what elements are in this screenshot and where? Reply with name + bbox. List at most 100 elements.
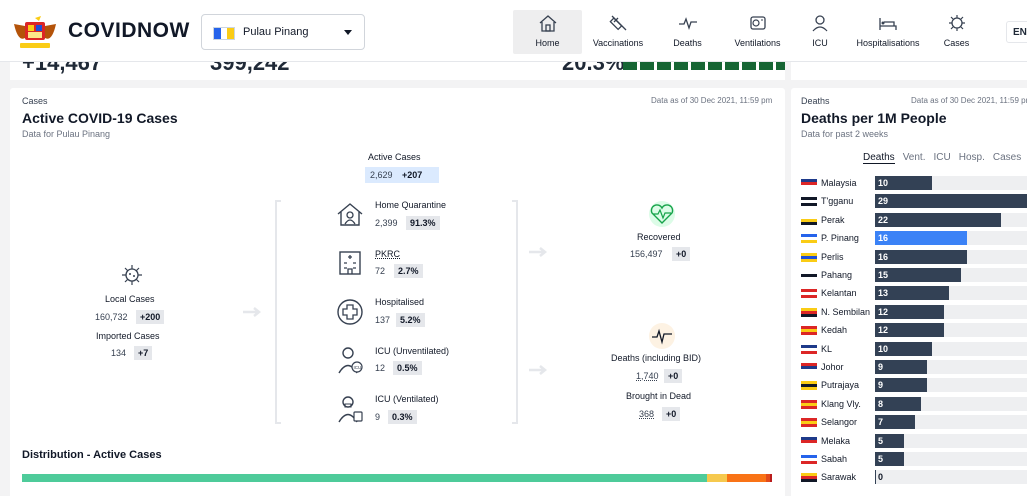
recovered-label: Recovered bbox=[637, 232, 681, 242]
nav-hospitalisations-label: Hospitalisations bbox=[856, 38, 920, 48]
home-quarantine-icon bbox=[337, 203, 363, 226]
state-flag-icon bbox=[801, 234, 817, 244]
ranking-row[interactable]: Kedah 12 bbox=[801, 323, 1027, 338]
state-flag-icon bbox=[801, 215, 817, 225]
hospitalised-label: Hospitalised bbox=[375, 297, 425, 307]
death-pulse-icon bbox=[649, 323, 675, 349]
state-name: Kedah bbox=[821, 325, 848, 336]
brought-in-dead-value[interactable]: 368 bbox=[639, 409, 654, 419]
ranking-row[interactable]: Perlis 16 bbox=[801, 249, 1027, 264]
ranking-row[interactable]: Sabah 5 bbox=[801, 452, 1027, 466]
brought-in-dead-delta: +0 bbox=[662, 407, 681, 421]
nav-hospitalisations[interactable]: Hospitalisations bbox=[846, 10, 930, 54]
nav-home[interactable]: Home bbox=[513, 10, 582, 54]
tab-icu[interactable]: ICU bbox=[934, 152, 951, 164]
ranking-row[interactable]: Perak 22 bbox=[801, 212, 1027, 227]
home-quarantine-label: Home Quarantine bbox=[375, 200, 447, 210]
state-name: Pahang bbox=[821, 270, 853, 280]
distribution-segment[interactable] bbox=[769, 474, 772, 482]
distribution-segment[interactable] bbox=[727, 474, 766, 482]
state-flag-icon bbox=[801, 326, 817, 336]
ranking-row[interactable]: Melaka 5 bbox=[801, 433, 1027, 448]
state-flag-icon bbox=[801, 455, 817, 464]
home-icon bbox=[539, 15, 556, 32]
tab-hosp[interactable]: Hosp. bbox=[959, 152, 985, 164]
state-flag-icon bbox=[801, 381, 817, 391]
distribution-bar bbox=[22, 474, 772, 482]
active-cases-panel: Cases Active COVID-19 Cases Data for Pul… bbox=[10, 88, 785, 496]
icu-unventilated-value: 12 bbox=[375, 363, 386, 373]
ranking-value: 10 bbox=[878, 343, 889, 354]
deaths-value[interactable]: 1,740 bbox=[636, 371, 659, 381]
main-nav: Home Vaccinations Deaths Ventilations IC… bbox=[513, 10, 983, 54]
state-flag-icon bbox=[801, 271, 817, 280]
panel-subtitle: Data for Pulau Pinang bbox=[22, 129, 111, 139]
pkrc-label[interactable]: PKRC bbox=[375, 249, 400, 259]
nav-vaccinations[interactable]: Vaccinations bbox=[582, 10, 654, 54]
distribution-segment[interactable] bbox=[706, 474, 727, 482]
data-as-of: Data as of 30 Dec 2021, 11:59 pm bbox=[651, 96, 773, 105]
panel-subtitle: Data for past 2 weeks bbox=[801, 129, 889, 139]
icu-ventilated-pct: 0.3% bbox=[388, 410, 417, 424]
state-name: KL bbox=[821, 343, 833, 354]
state-flag-icon bbox=[801, 473, 817, 483]
nav-home-label: Home bbox=[535, 38, 560, 48]
ranking-row[interactable]: Pahang 15 bbox=[801, 268, 1027, 282]
state-flag-icon bbox=[801, 197, 817, 207]
recovered-delta: +0 bbox=[672, 247, 691, 261]
language-toggle[interactable]: EN bbox=[1006, 21, 1027, 43]
ranking-row[interactable]: T'gganu 29 bbox=[801, 194, 1027, 209]
ranking-value: 29 bbox=[878, 196, 889, 207]
state-flag-icon bbox=[801, 252, 817, 262]
ventilator-icon bbox=[749, 16, 766, 30]
tab-deaths[interactable]: Deaths bbox=[863, 152, 895, 164]
nav-icu-label: ICU bbox=[812, 38, 828, 48]
brand-wordmark[interactable]: COVIDNOW bbox=[68, 19, 190, 43]
state-name: Perlis bbox=[821, 251, 844, 262]
ranking-row[interactable]: Klang Vly. 8 bbox=[801, 396, 1027, 411]
ranking-row[interactable]: N. Sembilan 12 bbox=[801, 304, 1027, 319]
ranking-value: 0 bbox=[878, 472, 884, 483]
syringe-icon bbox=[609, 15, 627, 31]
ranking-row[interactable]: Malaysia 10 bbox=[801, 176, 1027, 190]
ranking-row[interactable]: Johor 9 bbox=[801, 360, 1027, 374]
ranking-row[interactable]: Kelantan 13 bbox=[801, 286, 1027, 301]
ranking-bar bbox=[875, 249, 967, 264]
pkrc-value: 72 bbox=[375, 266, 386, 276]
ranking-row[interactable]: P. Pinang 16 bbox=[801, 231, 1027, 246]
ranking-row[interactable]: Putrajaya 9 bbox=[801, 378, 1027, 393]
nav-deaths[interactable]: Deaths bbox=[654, 10, 721, 54]
ranking-bar bbox=[875, 470, 876, 485]
nav-cases[interactable]: Cases bbox=[930, 10, 983, 54]
active-cases-value: 2,629 bbox=[370, 170, 393, 180]
hospital-bed-icon bbox=[879, 18, 897, 30]
state-name: Melaka bbox=[821, 435, 851, 446]
ranking-bar bbox=[875, 231, 967, 246]
nav-icu[interactable]: ICU bbox=[794, 10, 846, 54]
panel-eyebrow: Cases bbox=[22, 96, 48, 106]
state-name: P. Pinang bbox=[821, 233, 859, 244]
nav-vaccinations-label: Vaccinations bbox=[592, 38, 644, 48]
nav-ventilations[interactable]: Ventilations bbox=[721, 10, 794, 54]
tab-vent[interactable]: Vent. bbox=[903, 152, 926, 164]
ranking-row[interactable]: Selangor 7 bbox=[801, 415, 1027, 430]
local-cases-label: Local Cases bbox=[105, 294, 155, 304]
state-name: Klang Vly. bbox=[821, 398, 861, 409]
ranking-value: 9 bbox=[878, 380, 884, 391]
panel-title: Deaths per 1M People bbox=[801, 110, 947, 126]
state-selector[interactable]: Pulau Pinang bbox=[201, 14, 365, 50]
state-name: N. Sembilan bbox=[821, 306, 871, 317]
malaysia-coat-of-arms-logo[interactable] bbox=[10, 12, 60, 52]
imported-cases-label: Imported Cases bbox=[96, 331, 160, 341]
virus-icon bbox=[948, 15, 965, 31]
tab-cases[interactable]: Cases bbox=[993, 152, 1021, 164]
distribution-segment[interactable] bbox=[22, 474, 707, 482]
ranking-row[interactable]: KL 10 bbox=[801, 341, 1027, 356]
hospitalised-value: 137 bbox=[375, 315, 391, 325]
stat-vaccinated-total: 399,242 bbox=[210, 62, 290, 75]
icu-patient-icon: ICU bbox=[338, 347, 363, 374]
stats-card: +14,467 399,242 20.3% bbox=[10, 62, 785, 80]
ranking-row[interactable]: Sarawak 0 bbox=[801, 470, 1027, 485]
ranking-value: 9 bbox=[878, 362, 884, 372]
state-flag-icon bbox=[801, 289, 817, 299]
